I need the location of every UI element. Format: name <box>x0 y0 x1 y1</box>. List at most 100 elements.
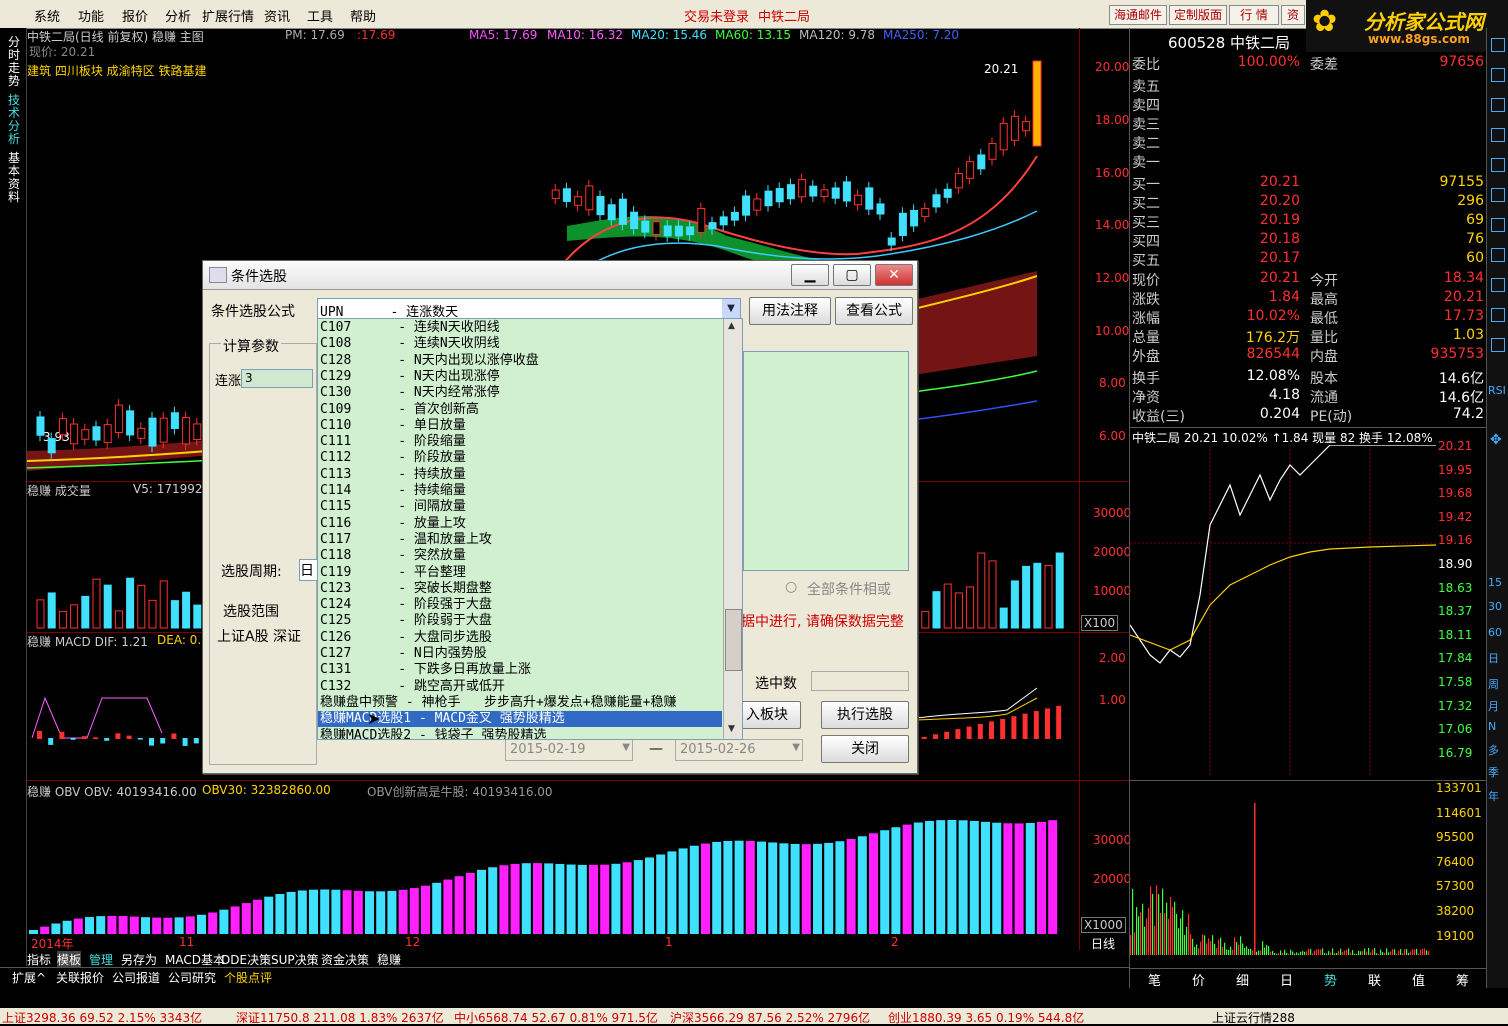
list-item[interactable]: C110 - 单日放量 <box>320 418 466 434</box>
tab-save-as[interactable]: 另存为 <box>121 951 157 968</box>
tab-wenzhuan[interactable]: 稳赚 <box>377 951 401 968</box>
intraday-tab[interactable]: 联 <box>1368 970 1381 989</box>
mail-button[interactable]: 海通邮件 <box>1109 5 1167 25</box>
tab-related-quote[interactable]: 关联报价 <box>56 969 104 986</box>
buy-row[interactable]: 买二 20.20 296 <box>1130 193 1486 212</box>
all-conditions-option[interactable]: 全部条件相或 <box>807 579 891 599</box>
tab-macd-basic[interactable]: MACD基本 <box>165 951 225 968</box>
list-item[interactable]: C130 - N天内经常涨停 <box>320 385 500 401</box>
view-formula-button[interactable]: 查看公式 <box>835 297 913 325</box>
toolbar-period-item[interactable]: 日 <box>1488 650 1499 666</box>
toolbar-period-item[interactable]: 季 <box>1488 764 1499 780</box>
list-item[interactable]: C118 - 突然放量 <box>320 548 466 564</box>
buy-row[interactable]: 买三 20.19 69 <box>1130 212 1486 231</box>
intraday-tab[interactable]: 价 <box>1192 970 1205 989</box>
close-icon[interactable]: ✕ <box>875 264 913 286</box>
ticker-sz[interactable]: 深证11750.8 211.08 1.83% 2637亿 <box>236 1009 444 1026</box>
dialog-titlebar[interactable]: 条件选股 ▁ ▢ ✕ <box>203 261 917 290</box>
usage-button[interactable]: 用法注释 <box>749 297 831 325</box>
buy-row[interactable]: 买四 20.18 76 <box>1130 231 1486 250</box>
menu-help[interactable]: 帮助 <box>350 6 376 25</box>
market-button[interactable]: 行 情 <box>1229 5 1279 25</box>
list-item[interactable]: C116 - 放量上攻 <box>320 516 466 532</box>
toolbar-icon-9[interactable] <box>1491 278 1505 292</box>
list-item[interactable]: C125 - 阶段弱于大盘 <box>320 613 492 629</box>
menu-info[interactable]: 资讯 <box>264 6 290 25</box>
menu-extended[interactable]: 扩展行情 <box>202 6 254 25</box>
list-item[interactable]: C115 - 间隔放量 <box>320 499 466 515</box>
tab-technical[interactable]: 技术分析 <box>8 94 20 146</box>
menu-function[interactable]: 功能 <box>78 6 104 25</box>
tab-company-report[interactable]: 公司报道 <box>112 969 160 986</box>
ticker-cloud[interactable]: 上证云行情288 <box>1212 1009 1295 1026</box>
login-status[interactable]: 交易未登录 <box>684 6 749 25</box>
tab-company-research[interactable]: 公司研究 <box>168 969 216 986</box>
list-item[interactable]: C112 - 阶段放量 <box>320 450 466 466</box>
intraday-tab[interactable]: 日 <box>1280 970 1293 989</box>
intraday-tab[interactable]: 细 <box>1236 970 1249 989</box>
toolbar-period-item[interactable]: 30 <box>1488 600 1502 613</box>
toolbar-icon-5[interactable] <box>1491 158 1505 172</box>
list-item[interactable]: C126 - 大盘同步选股 <box>320 630 492 646</box>
toolbar-period-item[interactable]: 多 <box>1488 742 1499 758</box>
buy-row[interactable]: 买五 20.17 60 <box>1130 250 1486 269</box>
formula-select[interactable]: UPN - 连涨数天 ▼ <box>317 298 741 320</box>
scroll-down-icon[interactable]: ▼ <box>728 724 735 734</box>
tab-capital[interactable]: 资金决策 <box>321 951 369 968</box>
toolbar-icon-7[interactable] <box>1491 218 1505 232</box>
list-scrollbar[interactable]: ▲ ▼ <box>723 319 742 739</box>
intraday-tab[interactable]: 筹 <box>1456 970 1469 989</box>
execute-button[interactable]: 执行选股 <box>821 701 909 729</box>
list-item[interactable]: C128 - N天内出现以涨停收盘 <box>320 353 539 369</box>
menu-analysis[interactable]: 分析 <box>165 6 191 25</box>
list-item[interactable]: C127 - N日内强势股 <box>320 646 487 662</box>
tab-fundamental[interactable]: 基本资料 <box>8 152 20 204</box>
param-input[interactable]: 3 <box>241 369 313 388</box>
layout-button[interactable]: 定制版面 <box>1169 5 1227 25</box>
menu-system[interactable]: 系统 <box>34 6 60 25</box>
list-item[interactable]: C131 - 下跌多日再放量上涨 <box>320 662 531 678</box>
toolbar-icon-3[interactable] <box>1491 98 1505 112</box>
list-item[interactable]: 稳赚MACD选股2 - 钱袋子 强势股精选 <box>320 728 546 740</box>
toolbar-icon-8[interactable] <box>1491 248 1505 262</box>
toolbar-icon-11[interactable] <box>1491 338 1505 352</box>
range-value[interactable]: 上证A股 深证 <box>217 626 301 646</box>
tab-expand[interactable]: 扩展^ <box>12 969 46 986</box>
tab-template[interactable]: 模板 <box>57 951 82 968</box>
chevron-down-icon[interactable]: ▼ <box>622 742 630 753</box>
tab-intraday[interactable]: 分时走势 <box>8 36 20 88</box>
list-item[interactable]: C119 - 平台整理 <box>320 565 466 581</box>
close-button[interactable]: 关闭 <box>821 735 909 763</box>
crosshair-icon[interactable]: ✥ <box>1490 432 1502 448</box>
list-item[interactable]: C113 - 持续放量 <box>320 467 466 483</box>
scroll-thumb[interactable] <box>725 609 742 671</box>
toolbar-icon-10[interactable] <box>1491 308 1505 322</box>
list-item[interactable]: C124 - 阶段强于大盘 <box>320 597 492 613</box>
toolbar-period-item[interactable]: 周 <box>1488 676 1499 692</box>
formula-dropdown-list[interactable]: ▲ ▼ C107 - 连续N天收阳线 C108 - 连续N天收阴线 C128 - N… <box>317 318 743 740</box>
toolbar-period-item[interactable]: RSI <box>1488 384 1506 397</box>
buy-row[interactable]: 买一 20.21 97155 <box>1130 174 1486 193</box>
ticker-hs[interactable]: 沪深3566.29 87.56 2.52% 2796亿 <box>670 1009 870 1026</box>
list-item[interactable]: C108 - 连续N天收阴线 <box>320 336 500 352</box>
maximize-icon[interactable]: ▢ <box>833 264 871 286</box>
list-item[interactable]: C107 - 连续N天收阳线 <box>320 320 500 336</box>
toolbar-icon-1[interactable] <box>1491 38 1505 52</box>
toolbar-icon-2[interactable] <box>1491 68 1505 82</box>
list-item[interactable]: C129 - N天内出现涨停 <box>320 369 500 385</box>
intraday-tab[interactable]: 值 <box>1412 970 1425 989</box>
ticker-zx[interactable]: 中小6568.74 52.67 0.81% 971.5亿 <box>454 1009 658 1026</box>
menu-tools[interactable]: 工具 <box>307 6 333 25</box>
tab-sup[interactable]: SUP决策 <box>271 951 319 968</box>
intraday-tab[interactable]: 势 <box>1324 970 1337 989</box>
ticker-cy[interactable]: 创业1880.39 3.65 0.19% 544.8亿 <box>888 1009 1084 1026</box>
list-item[interactable]: C109 - 首次创新高 <box>320 402 479 418</box>
menu-quote[interactable]: 报价 <box>122 6 148 25</box>
ticker-sh[interactable]: 上证3298.36 69.52 2.15% 3343亿 <box>2 1009 202 1026</box>
toolbar-icon-6[interactable] <box>1491 188 1505 202</box>
toolbar-period-item[interactable]: 60 <box>1488 626 1502 639</box>
period-label[interactable]: 日线 <box>1091 935 1115 952</box>
intraday-tab[interactable]: 笔 <box>1148 970 1161 989</box>
date-from-field[interactable]: 2015-02-19 ▼ <box>505 739 633 761</box>
radio-icon[interactable]: ○ <box>785 579 797 595</box>
